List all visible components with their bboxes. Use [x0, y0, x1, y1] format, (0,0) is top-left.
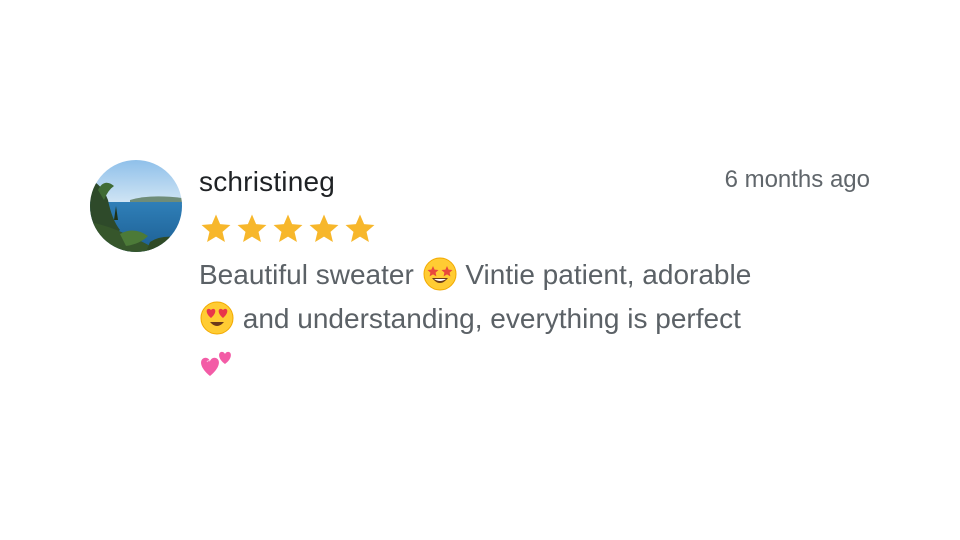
- review-text-part-2: Vintie patient, adorable: [465, 259, 752, 290]
- review-text-part-1: Beautiful sweater: [199, 259, 414, 290]
- avatar-image: [90, 160, 182, 252]
- star-icon: [309, 214, 339, 243]
- review-text: Beautiful sweater Vintie patient, adorab…: [199, 253, 870, 385]
- star-icon: [273, 214, 303, 243]
- heart-eyes-emoji-icon: [200, 301, 234, 335]
- star-icon: [237, 214, 267, 243]
- star-icon: [345, 214, 375, 243]
- username[interactable]: schristineg: [199, 166, 335, 198]
- star-rating: [199, 212, 377, 246]
- star-icon: [201, 214, 231, 243]
- review-timestamp: 6 months ago: [724, 166, 870, 193]
- review-text-part-3: and understanding, everything is perfect: [242, 303, 741, 334]
- avatar[interactable]: [90, 160, 182, 252]
- two-hearts-emoji-icon: [201, 351, 231, 376]
- star-struck-emoji-icon: [423, 257, 457, 291]
